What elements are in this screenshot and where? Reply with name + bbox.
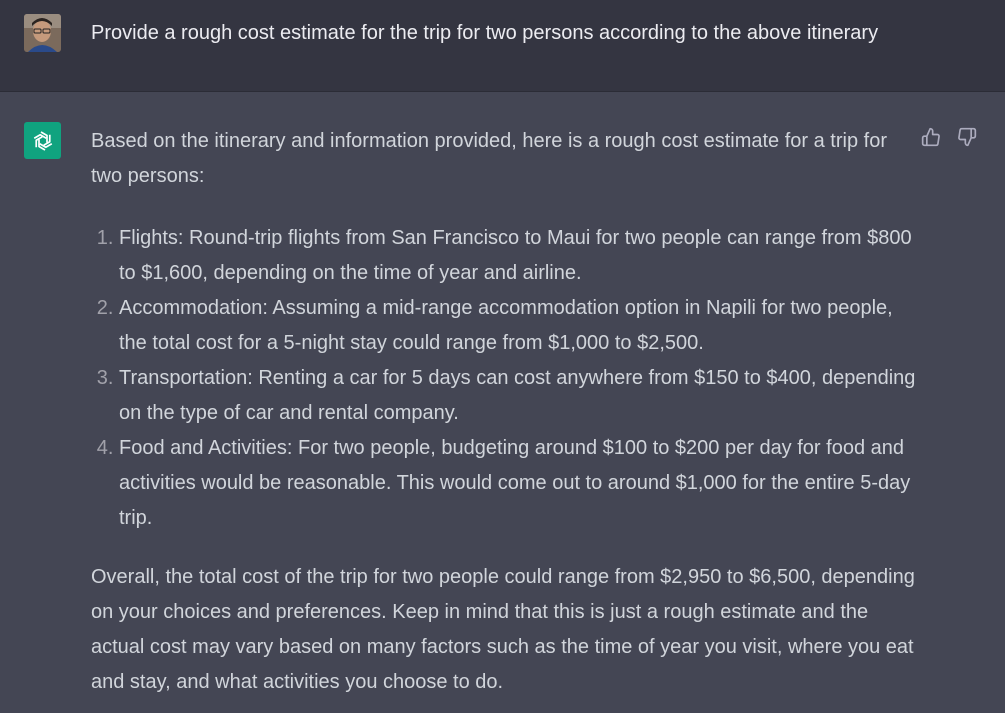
assistant-answer: Based on the itinerary and information p… <box>91 124 921 700</box>
user-avatar <box>24 14 61 52</box>
feedback-buttons <box>920 126 978 148</box>
list-item: Food and Activities: For two people, bud… <box>119 431 921 536</box>
openai-logo-icon <box>24 122 61 159</box>
user-prompt-text: Provide a rough cost estimate for the tr… <box>91 22 879 44</box>
answer-conclusion: Overall, the total cost of the trip for … <box>91 566 915 693</box>
assistant-message-row: Based on the itinerary and information p… <box>0 92 1005 713</box>
answer-intro: Based on the itinerary and information p… <box>91 130 887 187</box>
user-message-row: Provide a rough cost estimate for the tr… <box>0 0 1005 92</box>
list-item: Accommodation: Assuming a mid-range acco… <box>119 291 921 361</box>
cost-list: Flights: Round-trip flights from San Fra… <box>91 221 921 536</box>
list-item: Flights: Round-trip flights from San Fra… <box>119 221 921 291</box>
list-item: Transportation: Renting a car for 5 days… <box>119 361 921 431</box>
thumbs-up-icon[interactable] <box>920 126 942 148</box>
thumbs-down-icon[interactable] <box>956 126 978 148</box>
